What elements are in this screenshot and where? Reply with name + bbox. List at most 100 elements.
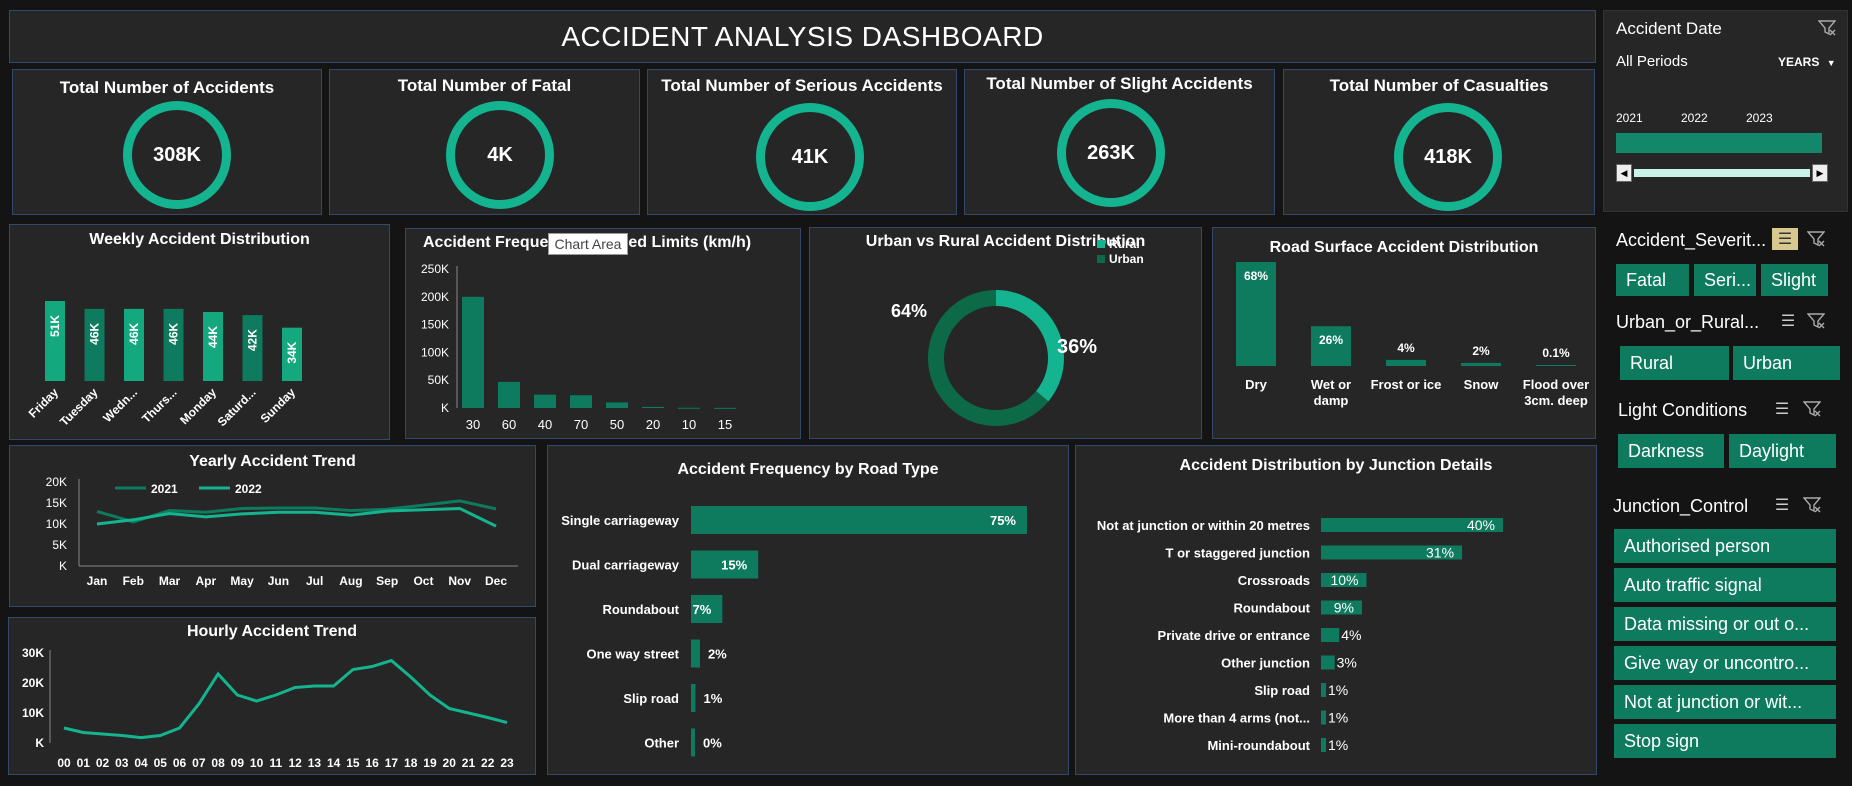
timeline-year: 2023 (1746, 111, 1773, 125)
timeline-year: 2021 (1616, 111, 1643, 125)
x-tick-label: Sep (376, 574, 398, 588)
clear-filter-icon[interactable] (1799, 494, 1825, 516)
multi-select-icon[interactable]: ☰ (1769, 398, 1795, 420)
slicer-item-urban[interactable]: Urban (1733, 346, 1840, 380)
x-tick-label: 14 (327, 756, 341, 770)
slicer-item-rural[interactable]: Rural (1620, 346, 1729, 380)
timeline-bar[interactable] (1616, 133, 1822, 153)
x-tick-label: Frost or ice (1371, 377, 1442, 392)
kpi-card-serious[interactable]: Total Number of Serious Accidents 41K (647, 69, 957, 215)
urban-rural-panel[interactable]: Urban vs Rural Accident Distribution 64%… (809, 227, 1202, 439)
clear-filter-icon[interactable] (1803, 310, 1829, 332)
clear-filter-icon[interactable] (1799, 398, 1825, 420)
data-label: 26% (1319, 333, 1343, 347)
multi-select-icon[interactable]: ☰ (1775, 310, 1801, 332)
tick-label: Sunday (258, 385, 299, 426)
hourly-chart-panel[interactable]: Hourly Accident Trend 30K 20K 10K K 00 01 02 03… (8, 617, 536, 775)
bar (45, 301, 65, 381)
dashboard-title: ACCIDENT ANALYSIS DASHBOARD (9, 10, 1596, 63)
slicer-item-give-way[interactable]: Give way or uncontro... (1614, 646, 1836, 680)
bar (570, 395, 592, 408)
scroll-left-button[interactable]: ◀ (1616, 164, 1632, 182)
y-tick-label: 150K (421, 318, 449, 332)
clear-filter-icon[interactable] (1814, 17, 1840, 39)
legend-swatch (1097, 240, 1105, 248)
kpi-card-casualties[interactable]: Total Number of Casualties 418K (1283, 69, 1595, 215)
y-tick-label: Other (644, 736, 679, 751)
bar (462, 296, 484, 408)
x-tick-label: 05 (154, 756, 168, 770)
y-tick-label: 100K (421, 345, 449, 359)
data-label: 42K (246, 329, 260, 351)
tick-label: Wedn... (100, 385, 140, 425)
data-label: 7% (693, 602, 712, 617)
speed-chart-panel[interactable]: Accident Freque ed Limits (km/h) 250K 200K… (405, 228, 801, 439)
x-tick-label: 07 (192, 756, 206, 770)
timeline-slicer[interactable]: Accident Date All Periods YEARS ▼ 2021 2… (1603, 10, 1848, 212)
y-tick-label: T or staggered junction (1166, 546, 1311, 561)
scroll-right-button[interactable]: ▶ (1812, 164, 1828, 182)
x-tick-label: 13 (308, 756, 322, 770)
bar (691, 728, 695, 757)
slicer-item-fatal[interactable]: Fatal (1616, 264, 1689, 296)
slicer-item-serious[interactable]: Seri... (1694, 264, 1756, 296)
y-tick-label: 20K (22, 676, 44, 690)
kpi-card-fatal[interactable]: Total Number of Fatal 4K (329, 69, 640, 215)
clear-filter-icon[interactable] (1803, 228, 1829, 250)
yearly-chart-panel[interactable]: Yearly Accident Trend 20K 15K 10K 5K K Jan Feb… (9, 445, 536, 607)
junction-panel[interactable]: Accident Distribution by Junction Detail… (1075, 445, 1597, 775)
data-label: 31% (1426, 545, 1454, 561)
weekly-chart-panel[interactable]: Weekly Accident Distribution 51K Friday 46… (9, 224, 390, 440)
x-tick-label: 04 (134, 756, 148, 770)
slicer-item-data-missing[interactable]: Data missing or out o... (1614, 607, 1836, 641)
bar (1536, 365, 1576, 366)
x-tick-label: Flood over (1523, 377, 1589, 392)
slicer-item-not-at-junction[interactable]: Not at junction or wit... (1614, 685, 1836, 719)
bar (606, 402, 628, 408)
chart-area-tooltip: Chart Area (548, 233, 628, 255)
urban-rural-chart: 64% 36% RuralUrban (891, 237, 1144, 426)
bar (534, 394, 556, 408)
x-tick-label: Aug (339, 574, 362, 588)
slicer-item-auto-traffic-signal[interactable]: Auto traffic signal (1614, 568, 1836, 602)
kpi-title: Total Number of Slight Accidents (986, 74, 1253, 93)
scroll-track[interactable] (1634, 169, 1810, 177)
data-label: 51K (48, 315, 62, 337)
y-tick-label: K (35, 736, 44, 750)
timeline-year: 2022 (1681, 111, 1708, 125)
slicer-item-authorised-person[interactable]: Authorised person (1614, 529, 1836, 563)
data-label: 36% (1057, 336, 1097, 358)
slicer-item-slight[interactable]: Slight (1761, 264, 1828, 296)
road-type-panel[interactable]: Accident Frequency by Road Type Single c… (547, 445, 1069, 775)
data-label: 4% (1397, 341, 1415, 355)
y-tick-label: Single carriageway (561, 513, 680, 528)
x-tick-label: Feb (123, 574, 144, 588)
hourly-chart: 30K 20K 10K K 00 01 02 03 04 05 06 07 08 09 10 11 12 13 14… (22, 646, 514, 770)
x-tick-label: 15 (346, 756, 360, 770)
bar (1321, 738, 1326, 752)
x-tick-label: 19 (423, 756, 437, 770)
x-tick-label: Oct (413, 574, 433, 588)
slicer-item-daylight[interactable]: Daylight (1729, 434, 1836, 468)
multi-select-icon[interactable]: ☰ (1772, 228, 1798, 250)
data-label: 9% (1334, 600, 1354, 616)
x-tick-label: 22 (481, 756, 495, 770)
kpi-card-accidents[interactable]: Total Number of Accidents 308K (12, 69, 322, 215)
data-label: 1% (703, 691, 722, 706)
x-tick-label: Jan (87, 574, 108, 588)
road-surface-panel[interactable]: Road Surface Accident Distribution 68% Dr… (1212, 227, 1596, 439)
data-label: 46K (88, 323, 102, 345)
slicer-item-darkness[interactable]: Darkness (1618, 434, 1724, 468)
slicer-item-stop-sign[interactable]: Stop sign (1614, 724, 1836, 758)
kpi-title: Total Number of Casualties (1329, 76, 1549, 95)
bar (691, 506, 1027, 534)
x-tick-label: 16 (365, 756, 379, 770)
x-tick-label: 12 (288, 756, 302, 770)
kpi-card-slight[interactable]: Total Number of Slight Accidents 263K (964, 69, 1275, 215)
x-tick-label: 18 (404, 756, 418, 770)
tick-label: Saturd... (215, 385, 259, 429)
multi-select-icon[interactable]: ☰ (1769, 494, 1795, 516)
data-label: 10% (1330, 572, 1358, 588)
timeline-unit-dropdown[interactable]: YEARS ▼ (1778, 55, 1836, 69)
timeline-scrollbar[interactable]: ◀ ▶ (1616, 164, 1828, 182)
